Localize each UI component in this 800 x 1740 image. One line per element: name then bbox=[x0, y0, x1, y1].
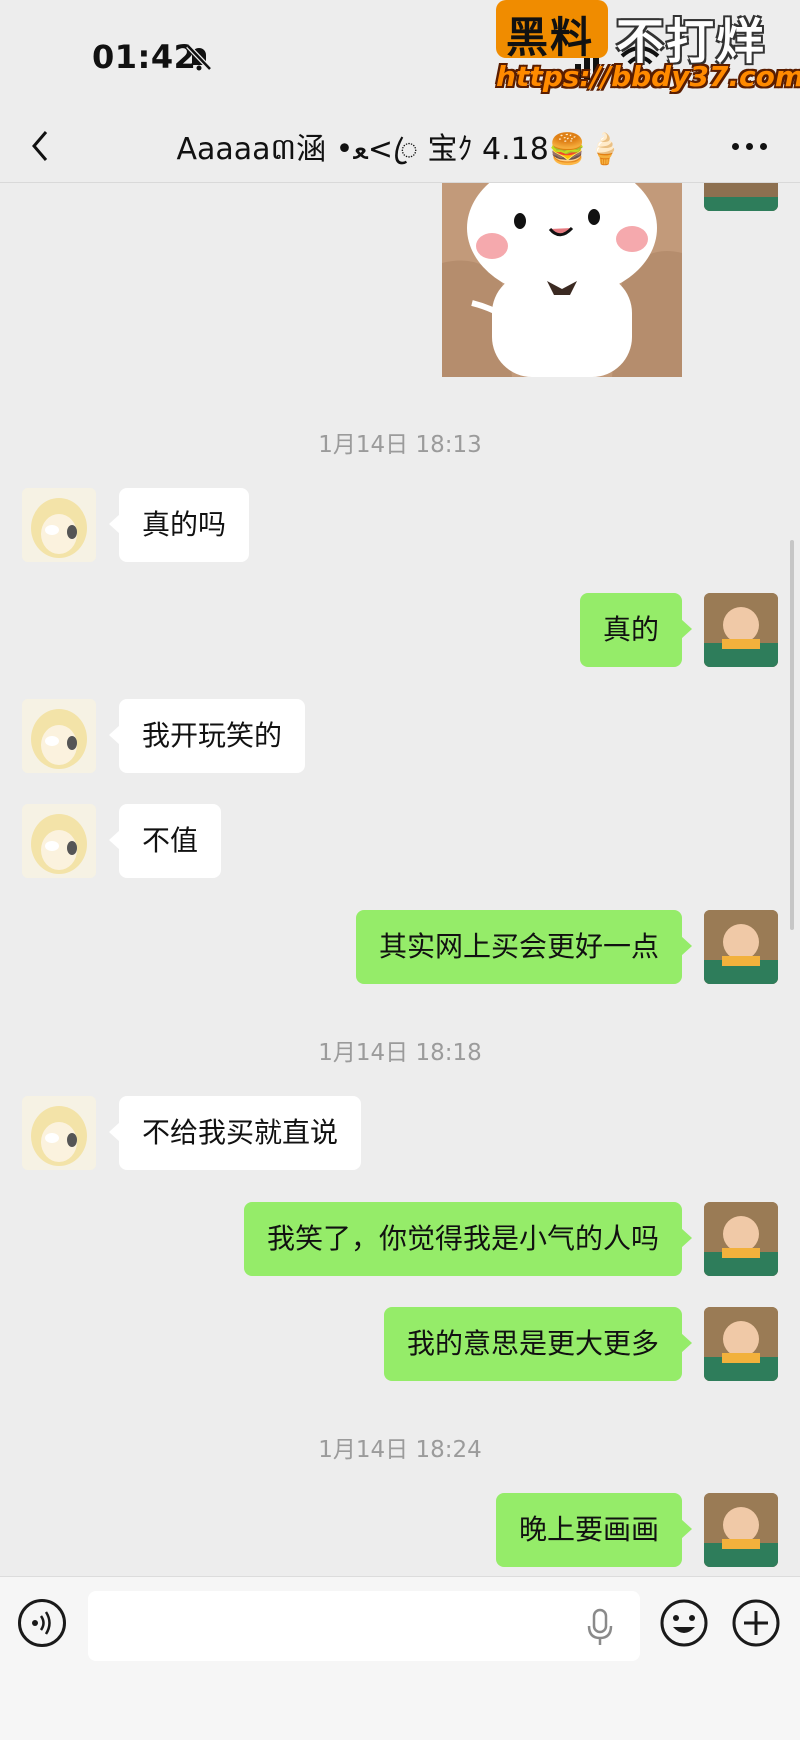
message-input[interactable] bbox=[88, 1591, 640, 1661]
avatar-self[interactable] bbox=[704, 1202, 778, 1276]
ellipsis-icon[interactable] bbox=[730, 130, 770, 160]
message-bubble-received[interactable]: 真的吗 bbox=[108, 488, 250, 562]
avatar-self[interactable] bbox=[704, 183, 778, 211]
microphone-icon[interactable] bbox=[584, 1607, 616, 1647]
avatar-contact[interactable] bbox=[22, 488, 96, 562]
avatar-contact[interactable] bbox=[22, 804, 96, 878]
voice-icon[interactable] bbox=[18, 1599, 66, 1647]
timestamp: 1月14日 18:13 bbox=[318, 432, 482, 458]
message-bubble-sent[interactable]: 晚上要画画 bbox=[495, 1493, 693, 1567]
sticker-image[interactable] bbox=[442, 183, 682, 377]
message-bubble-received[interactable]: 不给我买就直说 bbox=[108, 1096, 362, 1170]
message-bubble-sent[interactable]: 我的意思是更大更多 bbox=[383, 1307, 693, 1381]
chat-title: Aaaaa៣涵 •ﻌ<ꦿ 宝ｸ 4.18🍔🍦 bbox=[176, 132, 624, 167]
watermark: 黑料 不打烊 https://bbdy37.com bbox=[496, 0, 800, 100]
watermark-badge: 黑料 bbox=[496, 0, 608, 62]
avatar-self[interactable] bbox=[704, 910, 778, 984]
message-bubble-sent[interactable]: 我笑了，你觉得我是小气的人吗 bbox=[243, 1202, 693, 1276]
message-bubble-sent[interactable]: 其实网上买会更好一点 bbox=[355, 910, 693, 984]
timestamp: 1月14日 18:24 bbox=[318, 1437, 482, 1463]
chevron-left-icon[interactable] bbox=[26, 126, 56, 166]
message-bubble-sent[interactable]: 真的 bbox=[579, 593, 693, 667]
message-bubble-received[interactable]: 不值 bbox=[108, 804, 222, 878]
smiley-icon[interactable] bbox=[658, 1597, 710, 1649]
avatar-self[interactable] bbox=[704, 1493, 778, 1567]
scrollbar[interactable] bbox=[790, 540, 794, 930]
plus-icon[interactable] bbox=[730, 1597, 782, 1649]
status-time: 01:42 bbox=[92, 38, 197, 76]
avatar-contact[interactable] bbox=[22, 1096, 96, 1170]
watermark-url: https://bbdy37.com bbox=[496, 60, 800, 93]
message-bubble-received[interactable]: 我开玩笑的 bbox=[108, 699, 306, 773]
bell-slash-icon bbox=[186, 44, 212, 71]
avatar-contact[interactable] bbox=[22, 699, 96, 773]
avatar-self[interactable] bbox=[704, 1307, 778, 1381]
message-list[interactable]: 1月14日 18:13 真的吗 真的 我开玩笑的 不值 其实网上买会更好一点 1… bbox=[0, 183, 800, 1575]
input-bar bbox=[0, 1576, 800, 1740]
chat-header: Aaaaa៣涵 •ﻌ<ꦿ 宝ｸ 4.18🍔🍦 bbox=[0, 110, 800, 183]
avatar-self[interactable] bbox=[704, 593, 778, 667]
timestamp: 1月14日 18:18 bbox=[318, 1040, 482, 1066]
